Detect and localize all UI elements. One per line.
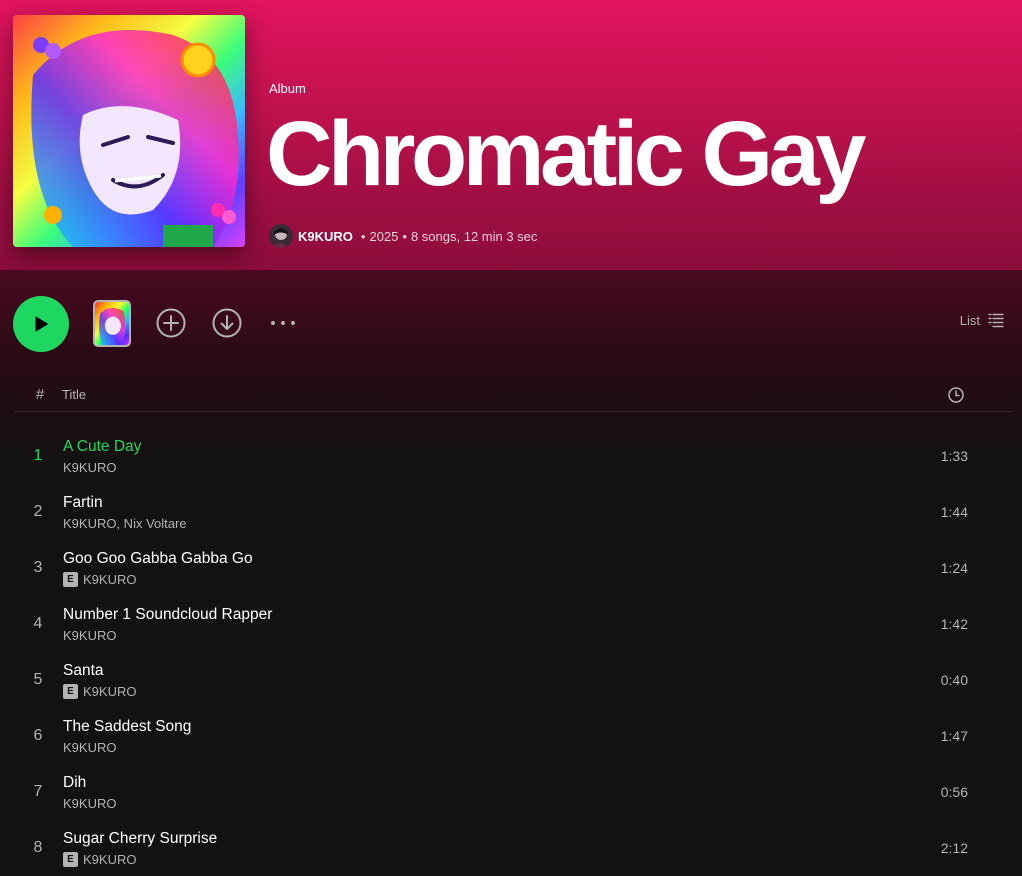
album-type-label: Album [269, 81, 306, 96]
list-icon [988, 313, 1004, 328]
track-artist-link[interactable]: K9KURO [63, 628, 116, 643]
download-button[interactable] [211, 307, 243, 339]
track-row[interactable]: 2 Fartin K9KURO, Nix Voltare 1:44 [14, 484, 1012, 540]
track-artists: K9KURO [63, 628, 116, 643]
track-title[interactable]: The Saddest Song [63, 718, 191, 736]
album-thumbnail-image [95, 302, 129, 345]
track-number: 1 [33, 447, 43, 464]
track-number: 2 [33, 503, 43, 520]
explicit-badge: E [63, 684, 78, 699]
clock-icon [948, 387, 964, 403]
explicit-badge: E [63, 852, 78, 867]
track-title[interactable]: Sugar Cherry Surprise [63, 830, 217, 848]
track-title[interactable]: Number 1 Soundcloud Rapper [63, 606, 272, 624]
track-artist-link[interactable]: K9KURO [63, 460, 116, 475]
track-title[interactable]: A Cute Day [63, 438, 141, 456]
track-row[interactable]: 7 Dih K9KURO 0:56 [14, 764, 1012, 820]
meta-separator: • [402, 228, 407, 244]
more-options-button[interactable] [267, 307, 299, 339]
track-artists: K9KURO [63, 740, 116, 755]
track-artist-link[interactable]: K9KURO [83, 684, 136, 699]
track-duration: 1:47 [940, 728, 968, 744]
track-duration: 1:33 [940, 448, 968, 464]
column-number: # [35, 386, 45, 403]
track-number: 3 [33, 559, 43, 576]
track-row[interactable]: 3 Goo Goo Gabba Gabba Go E K9KURO 1:24 [14, 540, 1012, 596]
album-cover-image[interactable] [13, 15, 245, 247]
add-to-library-button[interactable] [155, 307, 187, 339]
album-preview-button[interactable] [93, 300, 131, 347]
track-artists: E K9KURO [63, 684, 136, 699]
track-duration: 1:24 [940, 560, 968, 576]
track-artist-link[interactable]: K9KURO [63, 740, 116, 755]
track-title[interactable]: Fartin [63, 494, 103, 512]
artist-avatar[interactable] [269, 224, 293, 248]
track-artists: K9KURO [63, 460, 116, 475]
track-number: 5 [33, 671, 43, 688]
track-title[interactable]: Santa [63, 662, 104, 680]
add-circle-icon [156, 308, 186, 338]
view-mode-toggle[interactable]: List [960, 312, 1004, 328]
track-duration: 0:56 [940, 784, 968, 800]
track-artist-link[interactable]: K9KURO [83, 572, 136, 587]
track-number: 4 [33, 615, 43, 632]
album-summary: 8 songs, 12 min 3 sec [410, 228, 538, 244]
track-row[interactable]: 5 Santa E K9KURO 0:40 [14, 652, 1012, 708]
album-page: Album Chromatic Gay K9KURO • 2025 • 8 so… [0, 0, 1022, 876]
album-header: Album Chromatic Gay K9KURO • 2025 • 8 so… [0, 0, 1022, 270]
track-row[interactable]: 6 The Saddest Song K9KURO 1:47 [14, 708, 1012, 764]
track-artist-link[interactable]: K9KURO [63, 796, 116, 811]
more-icon [271, 321, 295, 325]
track-row[interactable]: 4 Number 1 Soundcloud Rapper K9KURO 1:42 [14, 596, 1012, 652]
track-duration: 2:12 [940, 840, 968, 856]
play-icon [35, 316, 49, 332]
tracklist-header: # Title [14, 380, 1012, 412]
track-list: 1 A Cute Day K9KURO 1:33 2 Fartin K9KURO… [14, 428, 1012, 876]
download-icon [212, 308, 242, 338]
track-number: 6 [33, 727, 43, 744]
track-artists: E K9KURO [63, 852, 136, 867]
album-meta: K9KURO • 2025 • 8 songs, 12 min 3 sec [269, 224, 537, 248]
track-artists: E K9KURO [63, 572, 136, 587]
track-number: 7 [33, 783, 43, 800]
track-duration: 0:40 [940, 672, 968, 688]
track-duration: 1:42 [940, 616, 968, 632]
album-title: Chromatic Gay [266, 103, 866, 205]
track-row[interactable]: 8 Sugar Cherry Surprise E K9KURO 2:12 [14, 820, 1012, 876]
track-artists: K9KURO, Nix Voltare [63, 516, 187, 531]
artist-link[interactable]: K9KURO [298, 229, 353, 244]
explicit-badge: E [63, 572, 78, 587]
track-title[interactable]: Goo Goo Gabba Gabba Go [63, 550, 253, 568]
track-title[interactable]: Dih [63, 774, 86, 792]
track-artist-link[interactable]: K9KURO, Nix Voltare [63, 516, 187, 531]
track-row[interactable]: 1 A Cute Day K9KURO 1:33 [14, 428, 1012, 484]
track-artists: K9KURO [63, 796, 116, 811]
track-number: 8 [33, 839, 43, 856]
album-year: 2025 [369, 228, 399, 244]
track-artist-link[interactable]: K9KURO [83, 852, 136, 867]
column-title: Title [62, 387, 87, 402]
play-button[interactable] [13, 296, 69, 352]
view-mode-label: List [959, 312, 980, 328]
track-duration: 1:44 [940, 504, 968, 520]
meta-separator: • [360, 228, 366, 244]
